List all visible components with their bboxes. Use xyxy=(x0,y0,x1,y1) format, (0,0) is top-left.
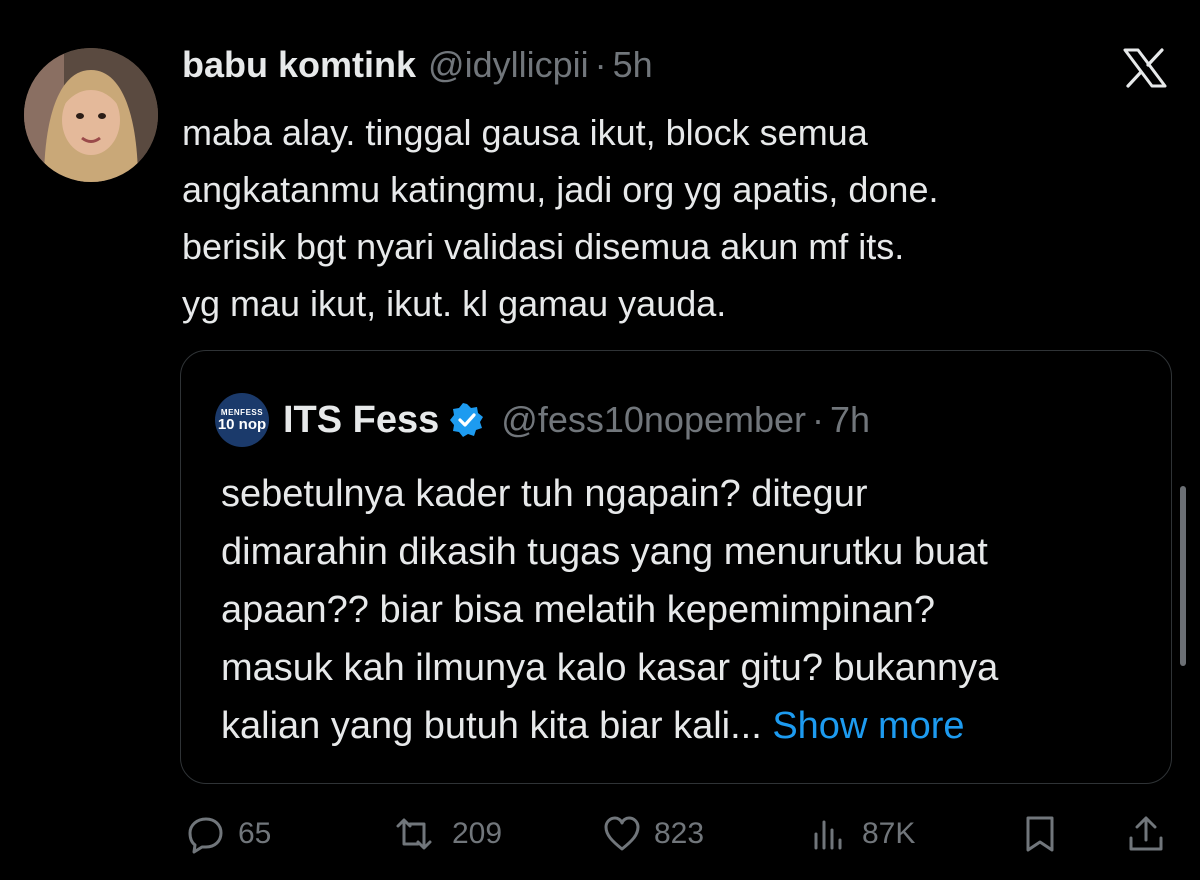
reply-button[interactable]: 65 xyxy=(186,806,271,862)
like-button[interactable]: 823 xyxy=(602,806,704,862)
reply-count: 65 xyxy=(238,817,272,850)
quoted-tweet-timestamp[interactable]: 7h xyxy=(830,399,870,441)
show-more-link[interactable]: Show more xyxy=(772,705,964,747)
scrollbar[interactable] xyxy=(1180,486,1186,666)
share-button[interactable] xyxy=(1126,806,1166,862)
bookmark-icon xyxy=(1026,816,1054,852)
tweet-text-line: maba alay. tinggal gausa ikut, block sem… xyxy=(182,112,868,153)
share-icon xyxy=(1129,816,1163,851)
avatar-photo xyxy=(24,48,158,182)
repost-count: 209 xyxy=(452,817,503,850)
tweet-timestamp[interactable]: 5h xyxy=(613,44,653,86)
avatar-logo-text: 10 nop xyxy=(217,415,267,433)
heart-icon xyxy=(604,816,640,851)
tweet-text-line: angkatanmu katingmu, jadi org yg apatis,… xyxy=(182,169,939,210)
author-handle[interactable]: @idyllicpii xyxy=(428,44,589,86)
bookmark-button[interactable] xyxy=(1020,806,1060,862)
view-count: 87K xyxy=(862,817,916,850)
quoted-tweet-header: MENFESS 10 nop ITS Fess @fess10nopember … xyxy=(215,393,870,447)
quoted-text-line: masuk kah ilmunya kalo kasar gitu? bukan… xyxy=(221,647,999,689)
quoted-tweet-card[interactable]: MENFESS 10 nop ITS Fess @fess10nopember … xyxy=(180,350,1172,784)
tweet-text: maba alay. tinggal gausa ikut, block sem… xyxy=(182,104,1162,332)
quoted-author-name[interactable]: ITS Fess xyxy=(283,399,439,442)
quoted-text-line: kalian yang butuh kita biar kali... Show… xyxy=(221,697,1161,755)
quoted-text-line: dimarahin dikasih tugas yang menurutku b… xyxy=(221,531,988,573)
tweet-action-bar: 65 209 823 87K xyxy=(0,806,1200,862)
reply-icon xyxy=(188,817,223,854)
separator-dot: · xyxy=(594,44,607,85)
views-button[interactable]: 87K xyxy=(810,806,915,862)
quoted-author-avatar[interactable]: MENFESS 10 nop xyxy=(215,393,269,447)
like-count: 823 xyxy=(654,817,705,850)
tweet-header: babu komtink @idyllicpii · 5h xyxy=(182,44,653,92)
quoted-author-handle[interactable]: @fess10nopember xyxy=(501,399,806,441)
quoted-text-last: kalian yang butuh kita biar kali... xyxy=(221,705,762,747)
repost-button[interactable]: 209 xyxy=(388,806,502,862)
quoted-text-line: sebetulnya kader tuh ngapain? ditegur xyxy=(221,473,868,515)
tweet-text-line: yg mau ikut, ikut. kl gamau yauda. xyxy=(182,283,727,324)
verified-badge-icon xyxy=(450,403,484,437)
quoted-text-line: apaan?? biar bisa melatih kepemimpinan? xyxy=(221,589,936,631)
separator-dot: · xyxy=(812,399,825,440)
quoted-tweet-text: sebetulnya kader tuh ngapain? ditegur di… xyxy=(221,465,1161,755)
x-logo-icon xyxy=(1122,48,1168,88)
tweet-text-line: berisik bgt nyari validasi disemua akun … xyxy=(182,226,905,267)
author-name[interactable]: babu komtink xyxy=(182,44,416,86)
author-avatar[interactable] xyxy=(24,48,158,182)
views-chart-icon xyxy=(814,820,842,850)
repost-icon xyxy=(396,818,432,850)
